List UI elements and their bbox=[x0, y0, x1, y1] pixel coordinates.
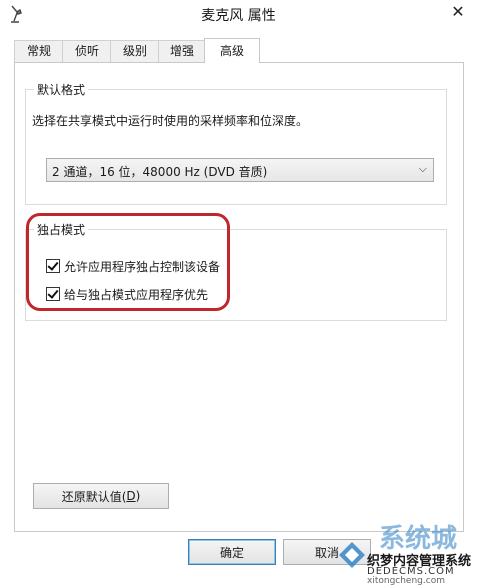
close-icon: ✕ bbox=[451, 1, 465, 21]
exclusive-priority-option[interactable]: 给与独占模式应用程序优先 bbox=[46, 286, 208, 302]
advanced-tab-panel: 默认格式 选择在共享模式中运行时使用的采样频率和位深度。 2 通道，16 位，4… bbox=[14, 62, 464, 532]
window-title: 麦克风 属性 bbox=[201, 8, 276, 24]
default-format-legend: 默认格式 bbox=[34, 81, 89, 98]
allow-exclusive-control-label: 允许应用程序独占控制该设备 bbox=[64, 259, 221, 274]
allow-exclusive-control-option[interactable]: 允许应用程序独占控制该设备 bbox=[46, 258, 220, 274]
title-bar: 麦克风 属性 ✕ bbox=[0, 0, 477, 28]
tab-enhancements[interactable]: 增强 bbox=[158, 40, 206, 62]
sample-rate-dropdown[interactable]: 2 通道，16 位，48000 Hz (DVD 音质) ⌵ bbox=[46, 158, 434, 182]
ok-button[interactable]: 确定 bbox=[188, 539, 276, 565]
exclusive-priority-label: 给与独占模式应用程序优先 bbox=[64, 287, 209, 302]
exclusive-mode-legend: 独占模式 bbox=[34, 221, 89, 238]
chevron-down-icon: ⌵ bbox=[418, 162, 427, 175]
close-button[interactable]: ✕ bbox=[443, 0, 473, 22]
watermark-line2: DEDECMS.COM bbox=[367, 566, 455, 577]
allow-exclusive-control-checkbox[interactable] bbox=[46, 259, 60, 273]
restore-defaults-button[interactable]: 还原默认值(D) bbox=[33, 483, 169, 509]
watermark-line3: xitongcheng.com bbox=[367, 576, 445, 586]
watermark-line1: 织梦内容管理系统 bbox=[367, 554, 472, 569]
tab-levels[interactable]: 级别 bbox=[110, 40, 160, 62]
exclusive-priority-checkbox[interactable] bbox=[46, 287, 60, 301]
restore-defaults-label-suffix: ) bbox=[135, 489, 141, 503]
tab-advanced[interactable]: 高级 bbox=[204, 38, 260, 63]
restore-defaults-access-key: D bbox=[126, 489, 136, 503]
tab-general[interactable]: 常规 bbox=[14, 40, 64, 62]
default-format-description: 选择在共享模式中运行时使用的采样频率和位深度。 bbox=[32, 114, 309, 128]
tab-listen[interactable]: 侦听 bbox=[62, 40, 112, 62]
cancel-button[interactable]: 取消 bbox=[283, 539, 371, 565]
properties-dialog: 麦克风 属性 ✕ 常规 侦听 级别 增强 高级 默认格式 选择在共享模式中运行时… bbox=[0, 0, 477, 586]
default-format-group: 默认格式 选择在共享模式中运行时使用的采样频率和位深度。 2 通道，16 位，4… bbox=[25, 81, 447, 205]
sample-rate-value: 2 通道，16 位，48000 Hz (DVD 音质) bbox=[52, 165, 268, 179]
restore-defaults-label-prefix: 还原默认值( bbox=[61, 489, 127, 504]
exclusive-mode-group: 独占模式 允许应用程序独占控制该设备 给与独占模式应用程序优先 bbox=[25, 221, 447, 321]
